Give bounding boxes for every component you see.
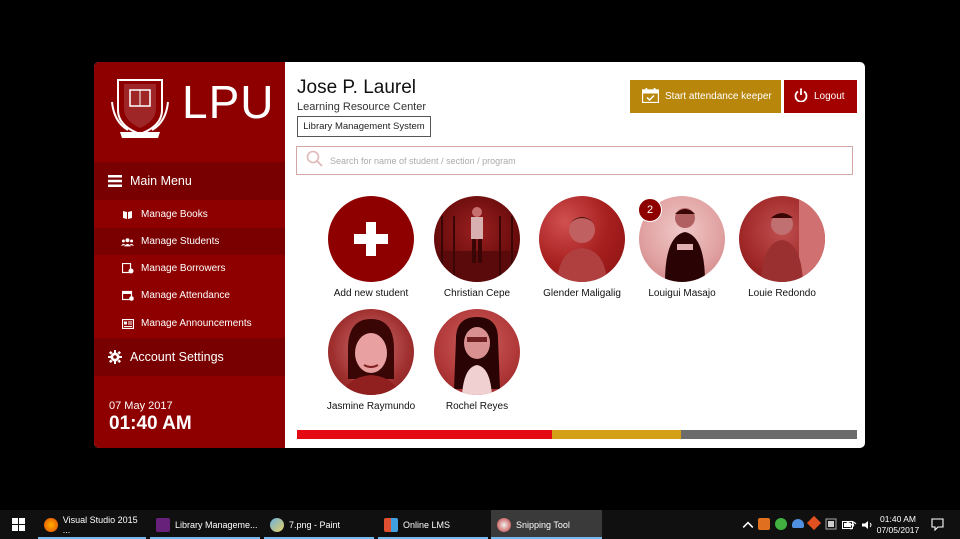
student-tile[interactable]: Louie Redondo — [727, 196, 837, 299]
chevron-up-icon[interactable] — [742, 519, 754, 531]
users-icon — [121, 236, 134, 247]
system-label: Library Management System — [297, 116, 431, 137]
tray-app-icon[interactable] — [775, 518, 787, 530]
windows-icon — [11, 518, 25, 531]
sidebar-item-students[interactable]: Manage Students — [94, 228, 285, 255]
borrower-icon — [121, 263, 134, 274]
student-tile[interactable]: Louigui Masajo 2 — [627, 196, 737, 299]
app-window: LPU Main Menu Manage Books Manage Studen… — [94, 62, 865, 448]
tile-label: Add new student — [333, 288, 409, 299]
student-avatar — [539, 196, 625, 282]
search-bar — [296, 146, 853, 175]
student-avatar — [434, 309, 520, 395]
sidebar-item-label: Manage Students — [141, 236, 220, 247]
sidebar: LPU Main Menu Manage Books Manage Studen… — [94, 62, 285, 448]
sidebar-item-borrowers[interactable]: Manage Borrowers — [94, 255, 285, 282]
task-view-icon[interactable] — [825, 518, 837, 530]
start-attendance-label: Start attendance keeper — [665, 91, 772, 102]
start-button[interactable] — [0, 510, 36, 539]
tile-label: Louigui Masajo — [648, 288, 716, 299]
main-menu-header[interactable]: Main Menu — [94, 162, 285, 200]
student-tile[interactable]: Rochel Reyes — [422, 309, 532, 412]
sidebar-item-label: Manage Attendance — [141, 290, 230, 301]
tile-label: Christian Cepe — [443, 288, 511, 299]
account-settings-header[interactable]: Account Settings — [94, 338, 285, 376]
progress-segment — [551, 430, 681, 439]
progress-segment — [680, 430, 857, 439]
user-subtitle: Learning Resource Center — [297, 101, 427, 113]
main-menu-label: Main Menu — [130, 174, 192, 188]
wifi-icon[interactable] — [845, 519, 857, 531]
tray-clock[interactable]: 01:40 AM 07/05/2017 — [874, 514, 922, 536]
taskbar-item-library-management[interactable]: Library Manageme... — [150, 510, 260, 539]
search-input[interactable] — [330, 155, 830, 166]
tray-time: 01:40 AM — [880, 514, 916, 524]
tray-date: 07/05/2017 — [876, 525, 920, 535]
book-icon — [121, 209, 134, 220]
announcement-icon — [121, 318, 134, 329]
clock-date: 07 May 2017 — [109, 400, 173, 412]
taskbar-item-paint[interactable]: 7.png - Paint — [264, 510, 374, 539]
tile-label: Jasmine Raymundo — [326, 401, 416, 412]
add-new-student-tile[interactable]: Add new student — [316, 196, 426, 299]
taskbar-item-snipping-tool[interactable]: Snipping Tool — [491, 510, 602, 539]
firefox-icon — [44, 517, 58, 532]
sidebar-item-label: Manage Announcements — [141, 318, 252, 329]
hamburger-icon — [107, 174, 122, 189]
search-icon — [306, 150, 323, 172]
logout-label: Logout — [814, 91, 845, 102]
app-window-icon — [384, 517, 398, 532]
notification-badge: 2 — [638, 198, 662, 222]
start-attendance-button[interactable]: Start attendance keeper — [630, 80, 781, 113]
calendar-icon — [121, 290, 134, 301]
student-tile[interactable]: Glender Maligalig — [527, 196, 637, 299]
visual-studio-icon — [156, 517, 170, 532]
clock-time: 01:40 AM — [109, 413, 192, 434]
student-tile[interactable]: Christian Cepe — [422, 196, 532, 299]
taskbar-item-label: Snipping Tool — [516, 519, 570, 530]
taskbar-item-label: Online LMS — [403, 519, 451, 530]
student-avatar — [328, 309, 414, 395]
taskbar-item-label: 7.png - Paint — [289, 519, 341, 530]
calendar-check-icon — [641, 87, 660, 106]
student-avatar — [739, 196, 825, 282]
progress-bar — [297, 430, 857, 439]
tile-label: Glender Maligalig — [543, 288, 621, 299]
tile-label: Louie Redondo — [748, 288, 816, 299]
logo-text: LPU — [182, 76, 275, 128]
student-avatar — [434, 196, 520, 282]
sidebar-item-label: Manage Books — [141, 209, 208, 220]
plus-icon — [354, 222, 388, 256]
volume-icon[interactable] — [861, 519, 873, 531]
sidebar-item-attendance[interactable]: Manage Attendance — [94, 282, 285, 309]
sidebar-item-label: Manage Borrowers — [141, 263, 226, 274]
gear-icon — [107, 350, 122, 365]
notification-center-icon[interactable] — [931, 518, 944, 531]
taskbar-item-online-lms[interactable]: Online LMS — [378, 510, 488, 539]
sidebar-item-announcements[interactable]: Manage Announcements — [94, 310, 285, 337]
progress-segment — [297, 430, 552, 439]
tray-app-icon[interactable] — [758, 518, 770, 530]
cloud-icon[interactable] — [792, 519, 804, 528]
logo: LPU — [94, 62, 285, 161]
taskbar-item-label: Library Manageme... — [175, 519, 258, 530]
sidebar-item-books[interactable]: Manage Books — [94, 201, 285, 228]
power-icon — [794, 88, 808, 105]
paint-icon — [270, 517, 284, 532]
student-tile[interactable]: Jasmine Raymundo — [316, 309, 426, 412]
taskbar-item-label: Visual Studio 2015 ... — [62, 514, 138, 535]
taskbar-item-visual-studio[interactable]: Visual Studio 2015 ... — [38, 510, 146, 539]
university-seal-icon — [111, 79, 169, 138]
account-settings-label: Account Settings — [130, 350, 224, 364]
user-name: Jose P. Laurel — [297, 77, 417, 98]
clock: 07 May 2017 01:40 AM — [109, 400, 192, 435]
add-student-avatar — [328, 196, 414, 282]
logout-button[interactable]: Logout — [784, 80, 857, 113]
tile-label: Rochel Reyes — [445, 401, 509, 412]
snipping-tool-icon — [497, 517, 511, 532]
